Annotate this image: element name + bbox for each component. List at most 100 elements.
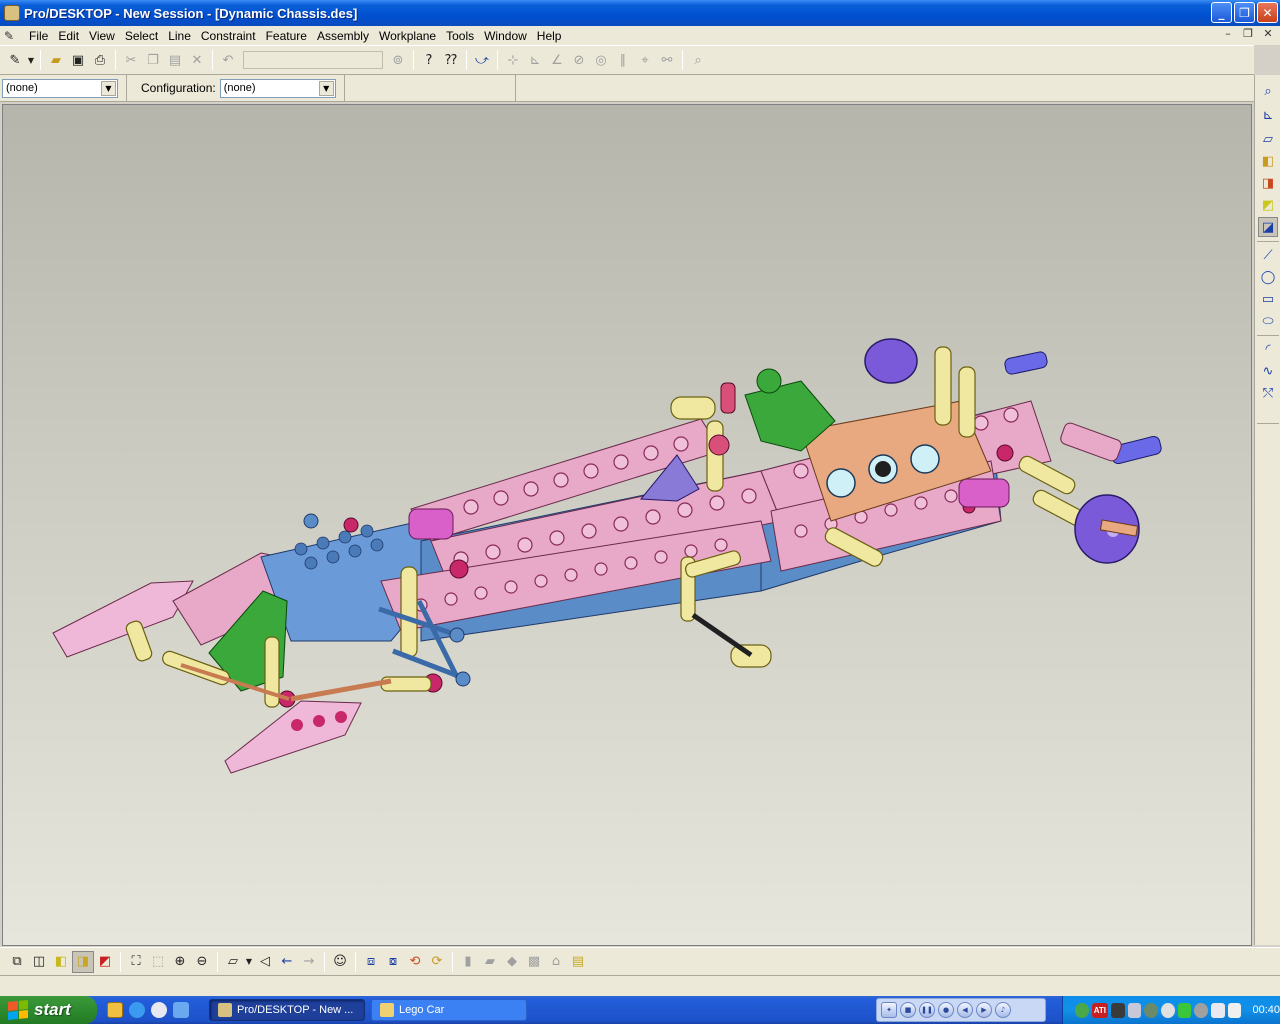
restore-button[interactable]: ❐ [1234,2,1255,23]
menu-window[interactable]: Window [479,29,532,43]
start-button[interactable]: start [0,996,97,1024]
media-record-icon[interactable]: ● [938,1002,954,1018]
clock[interactable]: 00:40 [1252,1004,1280,1016]
media-next-icon[interactable]: ▶ [976,1002,992,1018]
render-icon-6[interactable]: ▤ [567,951,589,973]
design-viewport[interactable] [2,104,1252,946]
undo-history-field[interactable] [243,51,383,69]
select-tool-icon[interactable]: ⌕ [1258,81,1278,101]
tray-msn-icon[interactable] [1075,1002,1089,1018]
render-icon-1[interactable]: ▮ [457,951,479,973]
paste-icon[interactable]: ▤ [164,49,186,71]
copy-icon[interactable]: ❐ [142,49,164,71]
render-icon-4[interactable]: ▩ [523,951,545,973]
view-color-icon[interactable]: ◩ [94,951,116,973]
assembly-align-icon[interactable]: ⟳ [426,951,448,973]
media-logo-icon[interactable]: ✦ [881,1002,897,1018]
component-combo[interactable]: (none) ▼ [2,78,118,98]
constraint-angle-icon[interactable]: ∠ [546,49,568,71]
constraint-equal-icon[interactable]: ⚯ [656,49,678,71]
menu-workplane[interactable]: Workplane [374,29,441,43]
design-mode-icon[interactable]: ✎ [4,49,26,71]
view-hidden-line-icon[interactable]: ◫ [28,951,50,973]
constraint-concentric-icon[interactable]: ◎ [590,49,612,71]
dropdown-arrow-icon[interactable]: ▼ [26,49,36,71]
select-icon[interactable]: ⤻ [471,49,493,71]
menu-assembly[interactable]: Assembly [312,29,374,43]
tray-network-icon[interactable] [1111,1002,1125,1018]
chevron-down-icon[interactable]: ▼ [101,80,116,96]
close-button[interactable]: ✕ [1257,2,1278,23]
save-icon[interactable]: ▣ [67,49,89,71]
media-volume-icon[interactable]: ♪ [995,1002,1011,1018]
assembly-tool-icon[interactable]: ◪ [1258,217,1278,237]
zoom-in-icon[interactable]: ⊕ [169,951,191,973]
view-orientation-icon[interactable]: ⏥ [222,951,244,973]
internet-explorer-icon[interactable] [129,1002,145,1018]
dimension-tool-icon[interactable]: ⊾ [1258,105,1278,125]
print-icon[interactable]: ⎙ [89,49,111,71]
zoom-out-icon[interactable]: ⊖ [191,951,213,973]
cut-tool-icon[interactable]: ◨ [1258,173,1278,193]
ellipse-tool-icon[interactable]: ⬭ [1258,311,1278,331]
assembly-rotate-icon[interactable]: ⟲ [404,951,426,973]
menu-edit[interactable]: Edit [53,29,84,43]
menu-view[interactable]: View [84,29,120,43]
constraint-parallel-icon[interactable]: ∥ [612,49,634,71]
cut-icon[interactable]: ✂ [120,49,142,71]
menu-constraint[interactable]: Constraint [196,29,261,43]
configuration-combo[interactable]: (none) ▼ [219,78,336,98]
menu-tools[interactable]: Tools [441,29,479,43]
chevron-down-icon[interactable]: ▼ [318,80,334,96]
rectangle-tool-icon[interactable]: ▭ [1258,289,1278,309]
extrude-tool-icon[interactable]: ◧ [1258,151,1278,171]
smiley-icon[interactable]: ☺ [329,951,351,973]
menu-select[interactable]: Select [120,29,163,43]
help-icon[interactable]: ? [418,49,440,71]
media-player-icon[interactable] [151,1002,167,1018]
mdi-restore-button[interactable]: ❐ [1240,27,1256,41]
menu-help[interactable]: Help [532,29,567,43]
spline-tool-icon[interactable]: ∿ [1258,361,1278,381]
tray-security-icon[interactable] [1144,1002,1159,1018]
document-icon[interactable]: ✎ [4,29,20,43]
tray-ati-icon[interactable]: ATI [1091,1002,1109,1018]
minimize-button[interactable]: _ [1211,2,1232,23]
assembly-mate-icon[interactable]: ⧇ [382,951,404,973]
menu-feature[interactable]: Feature [261,29,312,43]
show-desktop-icon[interactable] [173,1002,189,1018]
mdi-close-button[interactable]: ✕ [1260,27,1276,41]
arc-tool-icon[interactable]: ◜ [1258,339,1278,359]
view-shaded-icon[interactable]: ◧ [50,951,72,973]
zoom-extents-icon[interactable]: ⛶ [125,951,147,973]
tray-volume-icon[interactable] [1227,1002,1242,1018]
task-prodesktop[interactable]: Pro/DESKTOP - New ... [209,999,365,1021]
open-icon[interactable]: ▰ [45,49,67,71]
view-back-icon[interactable]: ◁ [254,951,276,973]
tray-wifi-icon[interactable] [1211,1002,1225,1018]
view-wireframe-icon[interactable]: ⧉ [6,951,28,973]
render-icon-5[interactable]: ⌂ [545,951,567,973]
media-prev-icon[interactable]: ◀ [957,1002,973,1018]
circle-tool-icon[interactable]: ◯ [1258,267,1278,287]
zoom-window-icon[interactable]: ⬚ [147,951,169,973]
tray-green-icon[interactable] [1177,1002,1192,1018]
feature-tool-icon[interactable]: ◩ [1258,195,1278,215]
delete-icon[interactable]: ✕ [186,49,208,71]
tray-update-icon[interactable] [1161,1002,1175,1018]
dropdown-arrow-icon[interactable]: ▼ [244,951,254,973]
constraint-symmetric-icon[interactable]: ⌖ [634,49,656,71]
trim-tool-icon[interactable]: ⤲ [1258,383,1278,403]
zoom-search-icon[interactable]: ⌕ [687,49,709,71]
chassis-model[interactable] [3,105,1252,946]
tray-settings-icon[interactable] [1194,1002,1209,1018]
previous-view-icon[interactable]: ← [276,951,298,973]
constraint-tangent-icon[interactable]: ⊘ [568,49,590,71]
context-help-icon[interactable]: ⁇ [440,49,462,71]
constraint-point-icon[interactable]: ⊹ [502,49,524,71]
tray-display-icon[interactable] [1127,1002,1142,1018]
view-enhanced-icon[interactable]: ◨ [72,950,94,973]
task-lego-car[interactable]: Lego Car [371,999,527,1021]
assembly-constraint-icon[interactable]: ⧈ [360,951,382,973]
mdi-minimize-button[interactable]: – [1220,27,1236,41]
